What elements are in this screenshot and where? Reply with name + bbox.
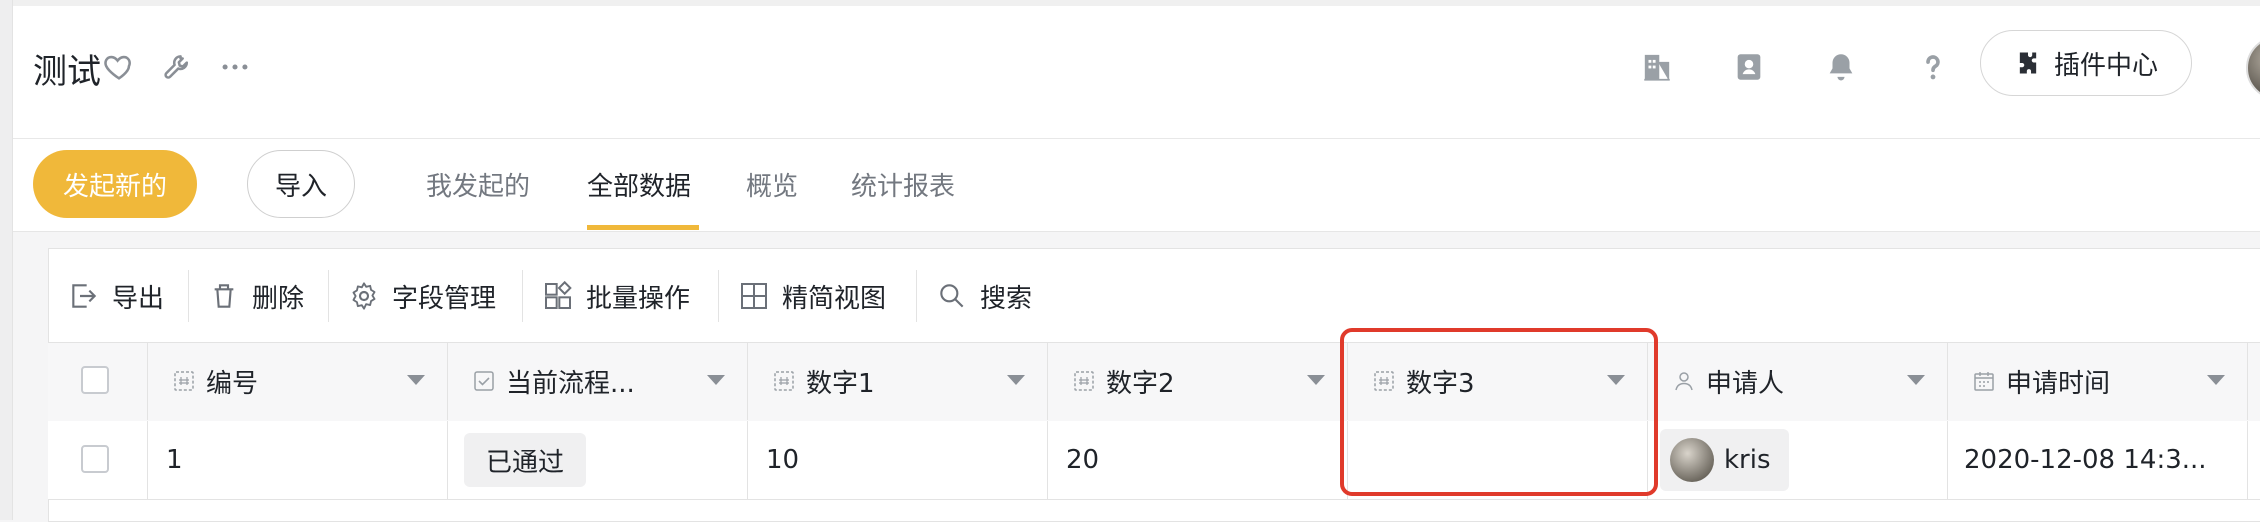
column-label: 编号: [206, 368, 259, 399]
puzzle-icon: [2019, 52, 2037, 74]
chevron-down-icon[interactable]: [707, 375, 725, 385]
cell-value: 20: [1066, 445, 1100, 475]
cell-number3[interactable]: [1348, 421, 1648, 499]
export-label: 导出: [112, 283, 165, 314]
toolbar-divider: [328, 270, 329, 322]
cell-id[interactable]: 1: [148, 421, 448, 499]
chevron-down-icon[interactable]: [407, 375, 425, 385]
delete-label: 删除: [252, 283, 305, 314]
column-header-current-process[interactable]: 当前流程...: [448, 342, 748, 420]
avatar: [1670, 438, 1714, 482]
chevron-down-icon[interactable]: [2207, 375, 2225, 385]
start-new-button[interactable]: 发起新的: [33, 150, 197, 218]
delete-button[interactable]: 删除: [208, 276, 304, 316]
number-field-icon: [1374, 371, 1394, 391]
cell-value: 2020-12-08 14:3...: [1964, 445, 2207, 475]
row-select-cell: [48, 421, 148, 499]
tab-overview[interactable]: 概览: [746, 166, 798, 203]
export-icon: [72, 284, 97, 308]
page-title: 测试: [33, 52, 101, 92]
cell-number1[interactable]: 10: [748, 421, 1048, 499]
checkbox-field-icon: [474, 371, 494, 391]
batch-operation-button[interactable]: 批量操作: [542, 276, 690, 316]
person-icon: [1675, 372, 1693, 391]
column-label: 当前流程...: [506, 368, 635, 399]
search-icon: [940, 284, 964, 308]
active-tab-indicator: [587, 225, 699, 230]
field-management-label: 字段管理: [392, 283, 497, 314]
search-button[interactable]: 搜索: [936, 276, 1032, 316]
column-label: 数字2: [1106, 368, 1175, 399]
favorite-heart-icon[interactable]: [102, 50, 136, 84]
chevron-down-icon[interactable]: [1007, 375, 1025, 385]
notification-bell-icon[interactable]: [1824, 50, 1858, 84]
import-button[interactable]: 导入: [247, 150, 355, 218]
left-sidebar-edge: [0, 0, 13, 520]
toolbar-divider: [916, 270, 917, 322]
tab-stat-reports[interactable]: 统计报表: [851, 166, 955, 203]
column-header-number1[interactable]: 数字1: [748, 342, 1048, 420]
search-label: 搜索: [980, 283, 1033, 314]
column-header-applicant[interactable]: 申请人: [1648, 342, 1948, 420]
more-options-icon[interactable]: [218, 50, 252, 84]
batch-icon: [545, 280, 572, 309]
help-question-icon[interactable]: [1916, 50, 1950, 84]
column-label: 数字3: [1406, 368, 1475, 399]
row-checkbox[interactable]: [81, 445, 109, 473]
column-header-id[interactable]: 编号: [148, 342, 448, 420]
chevron-down-icon[interactable]: [1307, 375, 1325, 385]
tab-my-initiated[interactable]: 我发起的: [426, 166, 530, 203]
export-button[interactable]: 导出: [68, 276, 164, 316]
applicant-chip[interactable]: kris: [1660, 429, 1789, 491]
contacts-card-icon[interactable]: [1732, 50, 1766, 84]
column-header-number3[interactable]: 数字3: [1348, 342, 1648, 420]
batch-operation-label: 批量操作: [586, 283, 691, 314]
toolbar-divider: [188, 270, 189, 322]
tab-all-data[interactable]: 全部数据: [587, 166, 691, 203]
wrench-settings-icon[interactable]: [160, 50, 194, 84]
column-label: 数字1: [806, 368, 875, 399]
number-field-icon: [1074, 371, 1094, 391]
plugin-center-button[interactable]: 插件中心: [1980, 30, 2192, 96]
cell-current-process[interactable]: 已通过: [448, 421, 748, 499]
cell-applicant[interactable]: kris: [1648, 421, 1948, 499]
toolbar-divider: [718, 270, 719, 322]
number-field-icon: [774, 371, 794, 391]
compact-view-label: 精简视图: [782, 283, 887, 314]
calendar-icon: [1974, 372, 1994, 391]
chevron-down-icon[interactable]: [1907, 375, 1925, 385]
column-label: 申请时间: [2006, 368, 2111, 399]
select-all-cell: [48, 342, 148, 420]
column-header-number2[interactable]: 数字2: [1048, 342, 1348, 420]
cell-value: 10: [766, 445, 800, 475]
field-management-button[interactable]: 字段管理: [348, 276, 496, 316]
column-header-apply-time[interactable]: 申请时间: [1948, 342, 2248, 420]
cell-number2[interactable]: 20: [1048, 421, 1348, 499]
cell-apply-time[interactable]: 2020-12-08 14:3...: [1948, 421, 2248, 499]
column-label: 申请人: [1706, 368, 1785, 399]
applicant-name: kris: [1724, 445, 1771, 475]
cell-value: 1: [166, 445, 183, 475]
trash-icon: [214, 284, 234, 308]
grid-icon: [741, 283, 767, 309]
plugin-center-label: 插件中心: [2053, 50, 2158, 81]
number-field-icon: [174, 371, 194, 391]
organization-building-icon[interactable]: [1640, 50, 1674, 84]
gear-icon: [352, 282, 376, 310]
status-badge: 已通过: [464, 433, 587, 487]
select-all-checkbox[interactable]: [81, 366, 109, 394]
chevron-down-icon[interactable]: [1607, 375, 1625, 385]
compact-view-button[interactable]: 精简视图: [738, 276, 886, 316]
toolbar-divider: [522, 270, 523, 322]
